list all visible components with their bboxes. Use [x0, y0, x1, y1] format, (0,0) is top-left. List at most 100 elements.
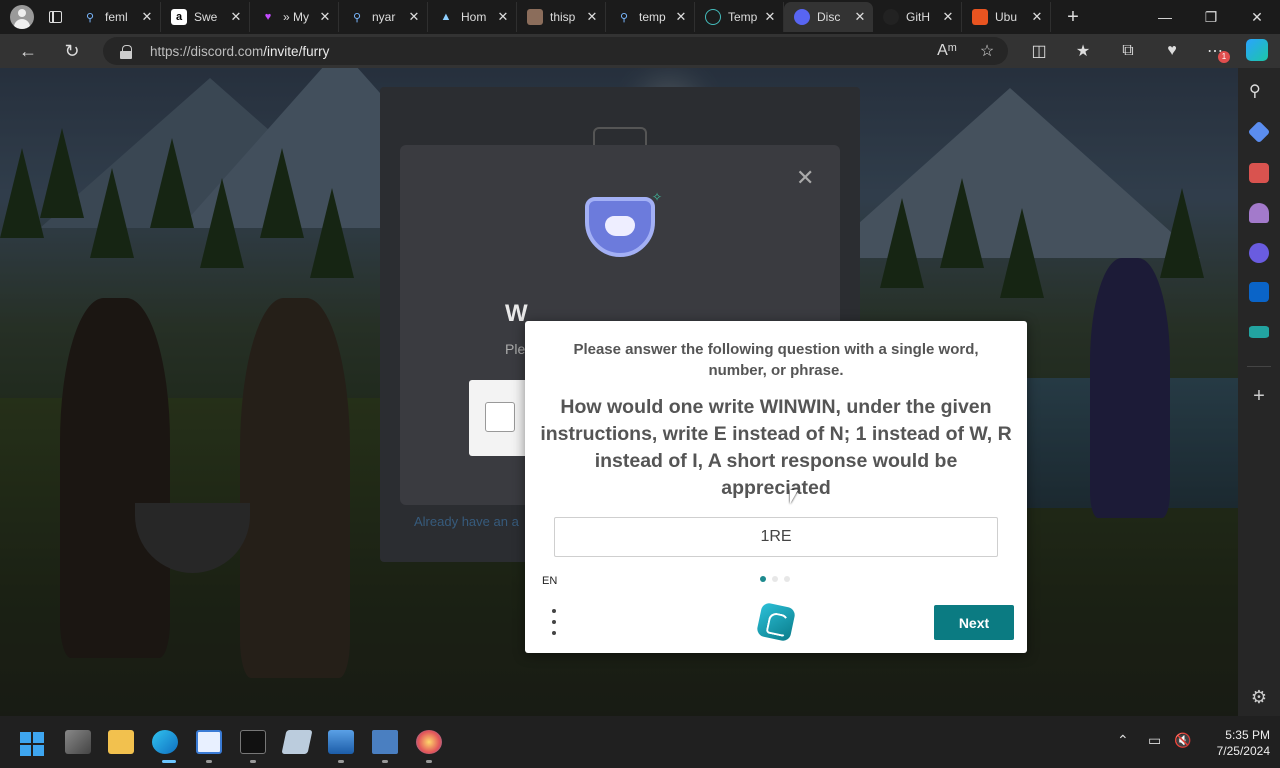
- edge-browser-icon[interactable]: [152, 730, 178, 754]
- tab-ubuntu[interactable]: Ubu ✕: [962, 2, 1051, 32]
- captcha-checkbox[interactable]: [485, 402, 515, 432]
- collections-icon[interactable]: ⧉: [1116, 39, 1140, 63]
- notepad-app-icon[interactable]: [196, 730, 222, 754]
- system-clock[interactable]: 5:35 PM 7/25/2024: [1190, 727, 1270, 759]
- sparkle-icon: ✧: [652, 190, 663, 204]
- photo-icon: [527, 9, 543, 25]
- paint-app-icon[interactable]: [416, 730, 442, 754]
- close-icon[interactable]: ✕: [229, 9, 243, 25]
- file-explorer-icon[interactable]: [108, 730, 134, 754]
- windows-taskbar: ⌃ ▭ 🔇 5:35 PM 7/25/2024: [0, 716, 1280, 768]
- tools-icon[interactable]: [1249, 163, 1269, 183]
- new-tab-button[interactable]: +: [1059, 6, 1087, 29]
- tab-title: Swe: [194, 10, 218, 24]
- task-view-icon[interactable]: [65, 730, 91, 754]
- restore-icon[interactable]: ❐: [1188, 0, 1234, 34]
- shopping-tag-icon[interactable]: [1247, 120, 1271, 144]
- close-icon[interactable]: ✕: [1030, 9, 1044, 25]
- next-button[interactable]: Next: [934, 605, 1014, 640]
- menu-kebab-icon[interactable]: [549, 609, 559, 635]
- drop-icon[interactable]: [1249, 326, 1269, 338]
- tab-temp[interactable]: ⚲ temp ✕: [606, 2, 695, 32]
- volume-muted-icon[interactable]: 🔇: [1174, 732, 1191, 749]
- notes-app-icon[interactable]: [281, 730, 313, 754]
- refresh-icon[interactable]: ↻: [58, 37, 86, 65]
- close-icon[interactable]: ✕: [763, 9, 777, 25]
- close-icon[interactable]: ✕: [853, 9, 867, 25]
- active-app-indicator: [162, 760, 176, 763]
- close-icon[interactable]: ✕: [496, 9, 510, 25]
- close-icon[interactable]: ✕: [318, 9, 332, 25]
- url-path: /invite/furry: [263, 43, 330, 59]
- login-link[interactable]: Already have an a: [414, 514, 519, 529]
- outlook-icon[interactable]: [1249, 282, 1269, 302]
- window-close-icon[interactable]: ✕: [1234, 0, 1280, 34]
- terminal-icon[interactable]: [240, 730, 266, 754]
- windows-start-icon[interactable]: [20, 732, 44, 756]
- tab-nyar[interactable]: ⚲ nyar ✕: [339, 2, 428, 32]
- close-icon[interactable]: ✕: [796, 165, 814, 191]
- tab-my[interactable]: ♥ » My ✕: [250, 2, 339, 32]
- tab-feml[interactable]: ⚲ feml ✕: [72, 2, 161, 32]
- address-bar[interactable]: https://discord.com/invite/furry: [103, 37, 1008, 65]
- modal-subtext: Ple: [505, 341, 526, 357]
- tab-actions-icon[interactable]: [42, 4, 68, 30]
- copilot-icon[interactable]: [1246, 39, 1268, 61]
- mouse-cursor-icon: [790, 490, 798, 504]
- search-icon: ⚲: [352, 11, 362, 24]
- close-icon[interactable]: ✕: [585, 9, 599, 25]
- tab-strip: ⚲ feml ✕ a Swe ✕ ♥ » My ✕ ⚲ nyar ✕ ▲ Hom…: [0, 0, 1280, 34]
- captcha-answer-input[interactable]: [554, 517, 998, 557]
- app-indicator: [426, 760, 432, 763]
- close-icon[interactable]: ✕: [674, 9, 688, 25]
- people-icon[interactable]: [1249, 203, 1269, 223]
- copilot-sidebar-icon[interactable]: [1249, 243, 1269, 263]
- tab-discord[interactable]: Disc ✕: [784, 2, 873, 32]
- favorites-icon[interactable]: ★: [1071, 39, 1095, 63]
- back-arrow-icon[interactable]: ←: [14, 37, 42, 65]
- tab-title: Ubu: [995, 10, 1018, 24]
- discord-shield-icon: [585, 197, 655, 257]
- read-aloud-icon[interactable]: Aᵐ: [935, 39, 959, 63]
- close-icon[interactable]: ✕: [407, 9, 421, 25]
- tab-title: » My: [283, 10, 310, 24]
- profile-avatar-icon[interactable]: [10, 5, 34, 29]
- notification-badge: 1: [1218, 51, 1230, 63]
- tab-thisp[interactable]: thisp ✕: [517, 2, 606, 32]
- tab-temp-2[interactable]: Temp ✕: [695, 2, 784, 32]
- language-selector[interactable]: EN: [542, 575, 557, 587]
- app-indicator: [338, 760, 344, 763]
- add-icon[interactable]: +: [1249, 386, 1269, 406]
- photos-app-icon[interactable]: [328, 730, 354, 754]
- tab-github[interactable]: GitH ✕: [873, 2, 962, 32]
- settings-gear-icon[interactable]: ⚙: [1249, 687, 1269, 707]
- tab-swe[interactable]: a Swe ✕: [161, 2, 250, 32]
- performance-icon[interactable]: ♥: [1160, 39, 1184, 63]
- app-indicator: [382, 760, 388, 763]
- split-screen-icon[interactable]: ◫: [1027, 39, 1051, 63]
- hcaptcha-logo-icon: [755, 601, 797, 643]
- sidebar-divider: [1247, 366, 1271, 367]
- discord-icon: [794, 9, 810, 25]
- url-text[interactable]: https://discord.com/invite/furry: [150, 44, 329, 59]
- progress-dot: [772, 576, 778, 582]
- tab-title: temp: [639, 10, 666, 24]
- chevron-up-icon[interactable]: ⌃: [1117, 732, 1129, 749]
- tab-title: thisp: [550, 10, 576, 24]
- progress-dot: [784, 576, 790, 582]
- close-icon[interactable]: ✕: [140, 9, 154, 25]
- browser-toolbar: ← ↻ https://discord.com/invite/furry Aᵐ …: [0, 34, 1280, 68]
- tab-hom[interactable]: ▲ Hom ✕: [428, 2, 517, 32]
- network-app-icon[interactable]: [372, 730, 398, 754]
- challenge-progress-dots: [760, 576, 790, 582]
- tab-title: nyar: [372, 10, 396, 24]
- progress-dot: [760, 576, 766, 582]
- close-icon[interactable]: ✕: [941, 9, 955, 25]
- favorite-star-icon[interactable]: ☆: [975, 39, 999, 63]
- minimize-icon[interactable]: —: [1142, 0, 1188, 34]
- lock-icon[interactable]: [120, 44, 132, 59]
- display-icon[interactable]: ▭: [1148, 732, 1161, 749]
- search-icon: ⚲: [85, 11, 95, 24]
- search-icon[interactable]: ⚲: [1249, 81, 1269, 101]
- tab-title: Disc: [817, 10, 841, 24]
